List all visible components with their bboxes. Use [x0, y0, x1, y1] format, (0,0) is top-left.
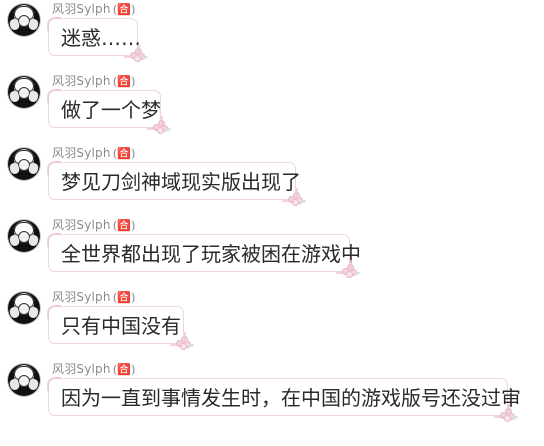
sender-badge: (🈴): [112, 147, 136, 160]
sender-badge: (🈴): [112, 291, 136, 304]
avatar[interactable]: [8, 76, 40, 108]
sender-badge: (🈴): [112, 219, 136, 232]
avatar-right-wing-icon: [27, 161, 40, 176]
avatar-right-wing-icon: [27, 89, 40, 104]
avatar[interactable]: [8, 292, 40, 324]
rose-decoration-icon: [342, 264, 360, 278]
message-item: 风羽Sylph (🈴) 梦见刀剑神域现实版出现了: [0, 144, 544, 216]
message-bubble[interactable]: 全世界都出现了玩家被困在游戏中: [47, 233, 361, 278]
rose-decoration-icon: [500, 408, 518, 422]
avatar-right-wing-icon: [27, 17, 40, 32]
rose-decoration-icon: [288, 192, 306, 206]
sender-name-text: 风羽Sylph: [52, 74, 111, 88]
message-item: 风羽Sylph (🈴) 全世界都出现了玩家被困在游戏中: [0, 216, 544, 288]
message-text: 做了一个梦: [61, 98, 161, 122]
avatar[interactable]: [8, 220, 40, 252]
avatar[interactable]: [8, 364, 40, 396]
message-item: 风羽Sylph (🈴) 因为一直到事情发生时，在中国的游戏版号还没过审: [0, 360, 544, 432]
sender-badge: (🈴): [112, 3, 136, 16]
rose-decoration-icon: [176, 336, 194, 350]
message-bubble[interactable]: 做了一个梦: [47, 89, 171, 134]
message-text: 因为一直到事情发生时，在中国的游戏版号还没过审: [61, 386, 521, 410]
sender-badge: (🈴): [112, 75, 136, 88]
message-bubble[interactable]: 迷惑……: [47, 17, 148, 62]
sender-name[interactable]: 风羽Sylph (🈴): [52, 218, 136, 233]
sender-name-text: 风羽Sylph: [52, 2, 111, 16]
message-text: 只有中国没有: [61, 314, 181, 338]
message-text: 迷惑……: [61, 26, 141, 50]
sender-name-text: 风羽Sylph: [52, 218, 111, 232]
sender-name-text: 风羽Sylph: [52, 290, 111, 304]
message-bubble[interactable]: 梦见刀剑神域现实版出现了: [47, 161, 306, 206]
sender-name[interactable]: 风羽Sylph (🈴): [52, 74, 136, 89]
message-item: 风羽Sylph (🈴) 做了一个梦: [0, 72, 544, 144]
message-bubble[interactable]: 因为一直到事情发生时，在中国的游戏版号还没过审: [47, 377, 521, 422]
message-item: 风羽Sylph (🈴) 迷惑……: [0, 0, 544, 72]
avatar-right-wing-icon: [27, 377, 40, 392]
sender-name-text: 风羽Sylph: [52, 362, 111, 376]
rose-decoration-icon: [153, 120, 171, 134]
sender-name[interactable]: 风羽Sylph (🈴): [52, 2, 136, 17]
sender-name[interactable]: 风羽Sylph (🈴): [52, 362, 136, 377]
message-bubble[interactable]: 只有中国没有: [47, 305, 194, 350]
rose-decoration-icon: [130, 48, 148, 62]
message-text: 梦见刀剑神域现实版出现了: [61, 170, 301, 194]
sender-name[interactable]: 风羽Sylph (🈴): [52, 290, 136, 305]
sender-name[interactable]: 风羽Sylph (🈴): [52, 146, 136, 161]
message-item: 风羽Sylph (🈴) 只有中国没有: [0, 288, 544, 360]
sender-badge: (🈴): [112, 363, 136, 376]
avatar-right-wing-icon: [27, 233, 40, 248]
avatar-right-wing-icon: [27, 305, 40, 320]
avatar[interactable]: [8, 4, 40, 36]
message-text: 全世界都出现了玩家被困在游戏中: [61, 242, 361, 266]
chat-log: 风羽Sylph (🈴) 迷惑…… 风羽Sylph (🈴) 做了一个梦 风羽Syl…: [0, 0, 544, 446]
avatar[interactable]: [8, 148, 40, 180]
sender-name-text: 风羽Sylph: [52, 146, 111, 160]
